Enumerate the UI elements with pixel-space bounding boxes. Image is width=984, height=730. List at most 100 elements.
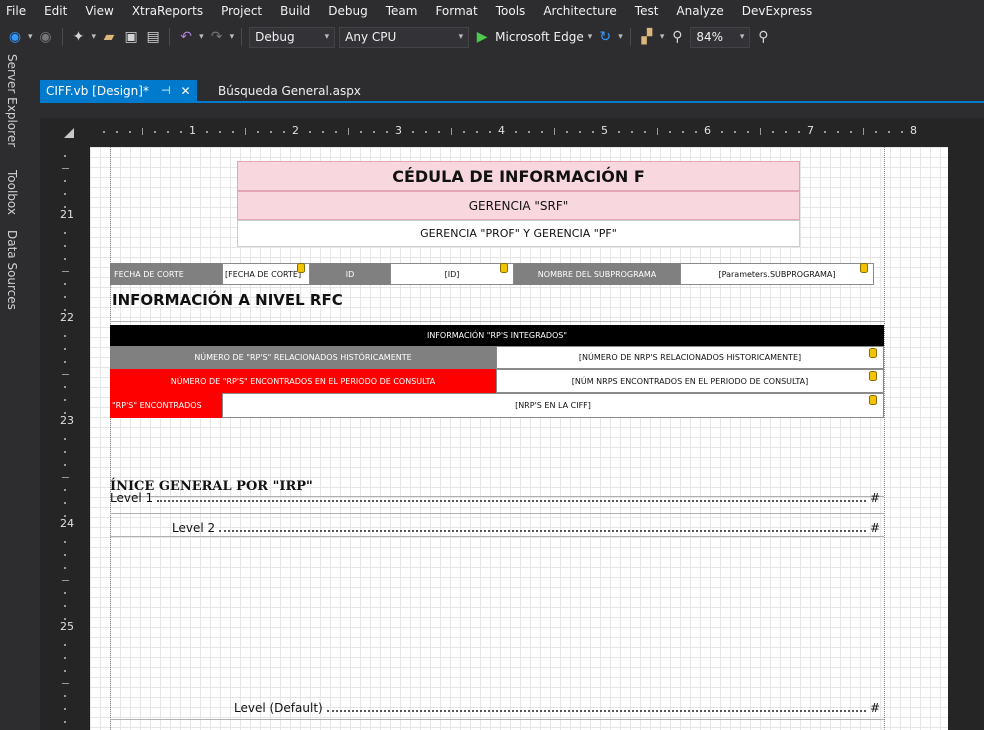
save-icon[interactable]: ▣ — [122, 26, 140, 48]
table-row-label[interactable]: NÚMERO DE "RP'S" RELACIONADOS HISTÓRICAM… — [110, 346, 496, 369]
fecha-corte-label[interactable]: FECHA DE CORTE — [110, 263, 222, 285]
table-row-label[interactable]: "RP'S" ENCONTRADOS — [110, 393, 222, 418]
menu-debug[interactable]: Debug — [319, 4, 376, 18]
menu-project[interactable]: Project — [212, 4, 271, 18]
chevron-down-icon[interactable]: ▾ — [92, 32, 97, 42]
undo-icon[interactable]: ↶ — [177, 26, 195, 48]
start-debugging-icon[interactable]: ▶ — [473, 26, 491, 48]
left-margin-line[interactable] — [110, 147, 111, 730]
chevron-down-icon: ▾ — [324, 32, 330, 42]
ruler-tick — [656, 128, 658, 135]
toc-leader-dots — [219, 530, 866, 532]
toc-leader-dots — [326, 710, 866, 712]
ruler-tick — [180, 131, 183, 133]
zoom-combo[interactable]: 84% ▾ — [690, 26, 751, 48]
navigate-back-icon[interactable]: ◉ — [6, 26, 24, 48]
ruler-number: 25 — [60, 620, 74, 633]
subprograma-label[interactable]: NOMBRE DEL SUBPROGRAMA — [514, 263, 680, 285]
subprograma-field[interactable]: [Parameters.SUBPROGRAMA] — [680, 263, 874, 285]
ruler-number: 7 — [807, 124, 814, 137]
new-project-icon[interactable]: ✦ — [70, 26, 88, 48]
report-title[interactable]: CÉDULA DE INFORMACIÓN F — [237, 161, 800, 191]
ruler-tick — [489, 131, 492, 133]
ruler-tick — [798, 131, 801, 133]
chevron-down-icon[interactable]: ▾ — [588, 32, 593, 42]
report-subtitle-2[interactable]: GERENCIA "PROF" Y GERENCIA "PF" — [237, 220, 800, 247]
right-margin-line[interactable] — [884, 147, 885, 730]
open-folder-icon[interactable]: ▰ — [100, 26, 118, 48]
menu-build[interactable]: Build — [271, 4, 319, 18]
ruler-tick — [102, 131, 105, 133]
ruler-tick — [759, 128, 761, 135]
table-row-value[interactable]: [NÚM NRPS ENCONTRADOS EN EL PERIODO DE C… — [496, 369, 884, 393]
data-sources-tab[interactable]: Data Sources — [3, 230, 19, 310]
document-tab-strip: CIFF.vb [Design]* ⊣ ✕ Búsqueda General.a… — [22, 52, 984, 103]
chevron-down-icon[interactable]: ▾ — [28, 32, 33, 42]
navigate-forward-icon[interactable]: ◉ — [37, 26, 55, 48]
table-row-label[interactable]: NÚMERO DE "RP'S" ENCONTRADOS EN EL PERIO… — [110, 369, 496, 393]
ruler-number: 2 — [292, 124, 299, 137]
ruler-tick — [540, 131, 543, 133]
ruler-number: 1 — [189, 124, 196, 137]
ruler-tick — [617, 131, 620, 133]
menu-test[interactable]: Test — [626, 4, 668, 18]
menu-bar: File Edit View XtraReports Project Build… — [0, 0, 984, 22]
ruler-tick — [669, 131, 672, 133]
section-heading[interactable]: INFORMACIÓN A NIVEL RFC — [112, 291, 343, 309]
solution-configuration-combo[interactable]: Debug ▾ — [249, 26, 336, 48]
menu-format[interactable]: Format — [426, 4, 486, 18]
close-icon[interactable]: ✕ — [181, 84, 191, 98]
toc-level-default[interactable]: Level (Default) # — [234, 697, 880, 715]
save-all-icon[interactable]: ▤ — [144, 26, 162, 48]
menu-architecture[interactable]: Architecture — [534, 4, 625, 18]
zoom-in-icon[interactable]: ⚲ — [754, 26, 772, 48]
redo-icon[interactable]: ↷ — [208, 26, 226, 48]
ruler-tick — [450, 128, 452, 135]
zoom-icon[interactable]: ⚲ — [668, 26, 686, 48]
data-binding-icon — [860, 263, 868, 273]
chevron-down-icon[interactable]: ▾ — [230, 32, 235, 42]
toc-level-2[interactable]: Level 2 # — [172, 517, 880, 535]
menu-devexpress[interactable]: DevExpress — [733, 4, 822, 18]
chevron-down-icon[interactable]: ▾ — [618, 32, 623, 42]
ruler-tick — [849, 131, 852, 133]
toolbar-separator — [241, 28, 243, 46]
toolbox-tab[interactable]: Toolbox — [3, 170, 19, 215]
refresh-icon[interactable]: ↻ — [596, 26, 614, 48]
menu-tools[interactable]: Tools — [487, 4, 535, 18]
toc-level-1[interactable]: Level 1 # — [110, 491, 880, 505]
server-explorer-tab[interactable]: Server Explorer — [3, 54, 19, 147]
solution-platform-combo[interactable]: Any CPU ▾ — [339, 26, 470, 48]
id-label[interactable]: ID — [310, 263, 390, 285]
browser-link-icon[interactable]: ▞ — [638, 26, 656, 48]
ruler-tick — [772, 131, 775, 133]
table-row-value[interactable]: [NÚMERO DE NRP'S RELACIONADOS HISTORICAM… — [496, 346, 884, 369]
chevron-down-icon[interactable]: ▾ — [199, 32, 204, 42]
toolbar-overflow-icon[interactable]: ▾ — [660, 32, 665, 42]
menu-team[interactable]: Team — [377, 4, 427, 18]
report-subtitle[interactable]: GERENCIA "SRF" — [237, 191, 800, 220]
ruler-corner-icon[interactable] — [64, 128, 74, 138]
menu-xtrareports[interactable]: XtraReports — [123, 4, 212, 18]
report-page[interactable]: CÉDULA DE INFORMACIÓN F GERENCIA "SRF" G… — [90, 147, 948, 730]
menu-view[interactable]: View — [76, 4, 122, 18]
tab-busqueda-general-label: Búsqueda General.aspx — [218, 83, 361, 98]
pin-icon[interactable]: ⊣ — [161, 84, 171, 97]
ruler-tick — [823, 131, 826, 133]
menu-file[interactable]: File — [0, 4, 35, 18]
solution-configuration-value: Debug — [255, 30, 295, 44]
table-row-value[interactable]: [NRP'S EN LA CIFF] — [222, 393, 884, 418]
ruler-tick — [64, 656, 66, 659]
run-target-label[interactable]: Microsoft Edge — [495, 30, 584, 44]
ruler-tick — [875, 131, 878, 133]
ruler-tick — [64, 643, 66, 646]
toc-page-number: # — [869, 521, 880, 535]
id-field[interactable]: [ID] — [390, 263, 514, 285]
menu-edit[interactable]: Edit — [35, 4, 76, 18]
tab-busqueda-general[interactable]: Búsqueda General.aspx — [212, 80, 367, 101]
menu-analyze[interactable]: Analyze — [667, 4, 732, 18]
ruler-tick — [128, 131, 131, 133]
table-header[interactable]: INFORMACIÓN "RP'S INTEGRADOS" — [110, 325, 884, 346]
tab-ciff-design[interactable]: CIFF.vb [Design]* ⊣ ✕ — [40, 80, 197, 101]
ruler-tick — [64, 193, 66, 196]
